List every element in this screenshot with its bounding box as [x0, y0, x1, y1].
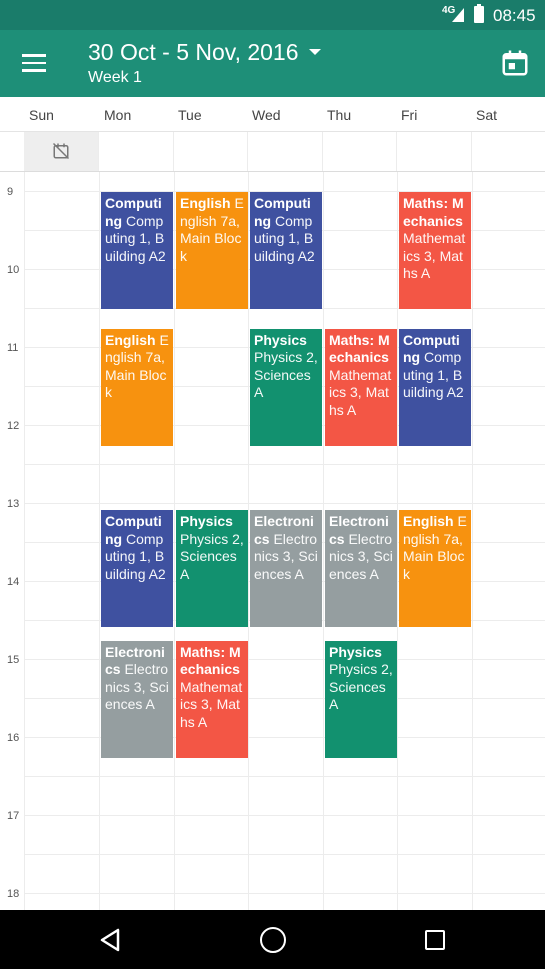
event-block[interactable]: Electronics Electronics 3, Sciences A — [250, 510, 322, 628]
day-header: Sun Mon Tue Wed Thu Fri Sat — [0, 97, 545, 132]
hour-label-15: 15 — [7, 654, 20, 666]
event-block[interactable]: Physics Physics 2, Sciences A — [176, 510, 248, 628]
hour-label-14: 14 — [7, 576, 20, 588]
event-block[interactable]: English English 7a, Main Block — [101, 328, 173, 446]
all-day-cell-fri[interactable] — [397, 132, 472, 171]
calendar-today-icon[interactable] — [500, 48, 530, 78]
event-block[interactable]: English English 7a, Main Block — [399, 510, 471, 628]
back-icon[interactable] — [98, 927, 124, 953]
week-selector[interactable]: 30 Oct - 5 Nov, 2016 Week 1 — [88, 38, 321, 87]
app-bar: 30 Oct - 5 Nov, 2016 Week 1 — [0, 30, 545, 97]
hour-label-9: 9 — [7, 186, 14, 198]
signal-icon — [452, 8, 464, 22]
battery-icon — [474, 4, 484, 23]
all-day-cell-sun[interactable] — [24, 132, 99, 171]
event-title: Maths: Mechanics — [180, 643, 241, 678]
event-block[interactable]: English English 7a, Main Block — [176, 192, 248, 309]
event-title: Maths: Mechanics — [329, 331, 390, 366]
day-label-sat: Sat — [476, 107, 498, 123]
event-block[interactable]: Electronics Electronics 3, Sciences A — [325, 510, 397, 628]
hamburger-menu-icon[interactable] — [22, 54, 46, 72]
status-time: 08:45 — [493, 6, 536, 25]
app-root: 4G 08:45 30 Oct - 5 Nov, 2016 Week 1 Sun… — [0, 0, 545, 969]
all-day-cell-sat[interactable] — [472, 132, 545, 171]
hour-label-10: 10 — [7, 264, 20, 276]
navigation-bar — [0, 910, 545, 969]
event-title: English — [180, 195, 231, 211]
hour-label-12: 12 — [7, 420, 20, 432]
event-title: English — [403, 513, 454, 530]
event-block[interactable]: Physics Physics 2, Sciences A — [250, 328, 322, 446]
day-label-tue: Tue — [178, 107, 202, 123]
all-day-cell-thu[interactable] — [323, 132, 397, 171]
event-detail: Mathematics 3, Maths A — [403, 230, 466, 281]
event-block[interactable]: Computing Computing 1, Building A2 — [250, 192, 322, 309]
day-label-thu: Thu — [327, 107, 352, 123]
hour-label-13: 13 — [7, 498, 20, 510]
hour-label-16: 16 — [7, 732, 20, 744]
all-day-cell-tue[interactable] — [174, 132, 248, 171]
event-block[interactable]: Physics Physics 2, Sciences A — [325, 640, 397, 758]
all-day-cell-wed[interactable] — [248, 132, 323, 171]
dropdown-arrow-icon[interactable] — [308, 49, 321, 55]
week-subtitle: Week 1 — [88, 69, 142, 86]
page-title[interactable]: 30 Oct - 5 Nov, 2016 — [88, 38, 299, 66]
event-block[interactable]: Maths: Mechanics Mathematics 3, Maths A — [176, 640, 248, 758]
event-block[interactable]: Computing Computing 1, Building A2 — [399, 328, 471, 446]
event-detail: Physics 2, Sciences A — [254, 349, 318, 400]
event-block[interactable]: Electronics Electronics 3, Sciences A — [101, 640, 173, 758]
event-detail: Physics 2, Sciences A — [329, 661, 393, 712]
event-detail: Mathematics 3, Maths A — [329, 366, 392, 418]
hour-label-18: 18 — [7, 888, 20, 900]
all-day-row — [0, 132, 545, 172]
timetable-grid[interactable]: 9 10 11 12 13 14 15 16 17 18 Computing C… — [0, 172, 545, 910]
status-bar: 4G 08:45 — [0, 0, 545, 30]
day-label-sun: Sun — [29, 107, 54, 123]
hour-label-17: 17 — [7, 810, 20, 822]
event-block[interactable]: Computing Computing 1, Building A2 — [101, 510, 173, 628]
hour-label-11: 11 — [7, 342, 19, 354]
day-label-wed: Wed — [252, 107, 281, 123]
no-events-icon — [52, 142, 70, 160]
event-block[interactable]: Maths: Mechanics Mathematics 3, Maths A — [325, 328, 397, 446]
event-detail: Mathematics 3, Maths A — [180, 678, 243, 730]
event-title: Maths: Mechanics — [403, 195, 464, 229]
home-icon[interactable] — [260, 927, 286, 953]
event-block[interactable]: Maths: Mechanics Mathematics 3, Maths A — [399, 192, 471, 309]
event-title: English — [105, 331, 156, 348]
event-block[interactable]: Computing Computing 1, Building A2 — [101, 192, 173, 309]
event-title: Physics — [329, 643, 382, 660]
day-label-mon: Mon — [104, 107, 132, 123]
event-title: Physics — [180, 513, 233, 530]
all-day-cell-mon[interactable] — [99, 132, 174, 171]
day-label-fri: Fri — [401, 107, 418, 123]
recent-apps-icon[interactable] — [425, 930, 445, 950]
event-title: Physics — [254, 331, 307, 348]
event-detail: Physics 2, Sciences A — [180, 530, 244, 582]
